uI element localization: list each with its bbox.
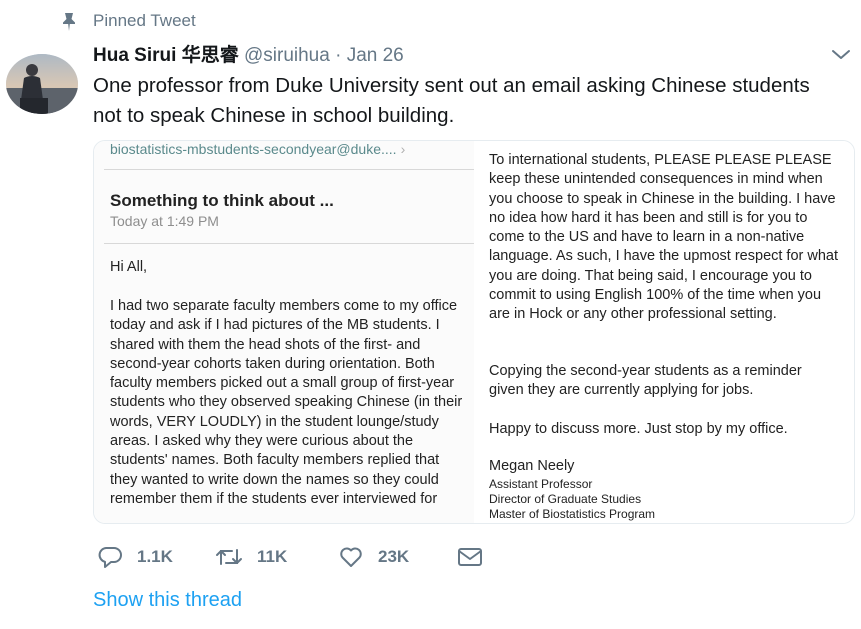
reply-count: 1.1K — [137, 547, 173, 566]
reply-icon — [97, 545, 123, 569]
divider — [104, 243, 474, 244]
tweet-image[interactable]: biostatistics-mbstudents-secondyear@duke… — [93, 140, 855, 524]
pinned-row — [60, 8, 78, 36]
signature-title: Director of Graduate Studies — [489, 492, 642, 506]
heart-icon — [338, 545, 364, 569]
email-body: I had two separate faculty members come … — [110, 298, 463, 507]
tweet-date[interactable]: Jan 26 — [347, 45, 404, 66]
signature-title: Master of Biostatistics Program — [489, 507, 656, 521]
pin-icon — [60, 12, 78, 32]
show-thread-link[interactable]: Show this thread — [93, 589, 242, 612]
email-paragraph: To international students, PLEASE PLEASE… — [489, 152, 839, 323]
author-name-cn[interactable]: 华思睿 — [182, 45, 239, 66]
chevron-down-icon[interactable] — [829, 44, 853, 64]
tweet-text: One professor from Duke University sent … — [93, 74, 810, 127]
author-name[interactable]: Hua Sirui — [93, 45, 176, 66]
retweet-count: 11K — [257, 547, 288, 566]
separator-dot: · — [335, 45, 342, 66]
email-screenshot-left: biostatistics-mbstudents-secondyear@duke… — [94, 141, 474, 523]
chevron-right-icon: › — [400, 141, 406, 157]
like-count: 23K — [378, 547, 410, 566]
email-greeting: Hi All, — [110, 259, 148, 275]
email-screenshot-right: To international students, PLEASE PLEASE… — [474, 141, 854, 523]
signature-name: Megan Neely — [489, 458, 575, 474]
tweet-header: Hua Sirui 华思睿 @siruihua · Jan 26 — [93, 40, 404, 67]
email-to-line: biostatistics-mbstudents-secondyear@duke… — [110, 141, 405, 159]
email-paragraph: Happy to discuss more. Just stop by my o… — [489, 421, 788, 437]
envelope-icon — [457, 545, 483, 569]
divider — [104, 169, 474, 170]
tweet-actions: 1.1K 11K 23K — [93, 540, 493, 574]
email-to: biostatistics-mbstudents-secondyear@duke… — [110, 141, 397, 157]
email-subject: Something to think about ... — [110, 191, 334, 210]
like-button[interactable]: 23K — [338, 540, 409, 574]
author-handle[interactable]: @siruihua — [244, 45, 330, 66]
email-paragraph: Copying the second-year students as a re… — [489, 363, 802, 399]
retweet-icon — [215, 545, 243, 569]
pinned-label: Pinned Tweet — [93, 11, 196, 30]
avatar[interactable] — [6, 54, 78, 114]
email-time: Today at 1:49 PM — [110, 213, 219, 229]
signature-title: Assistant Professor — [489, 477, 593, 491]
retweet-button[interactable]: 11K — [215, 540, 287, 574]
direct-message-button[interactable] — [457, 540, 483, 574]
reply-button[interactable]: 1.1K — [97, 540, 173, 574]
